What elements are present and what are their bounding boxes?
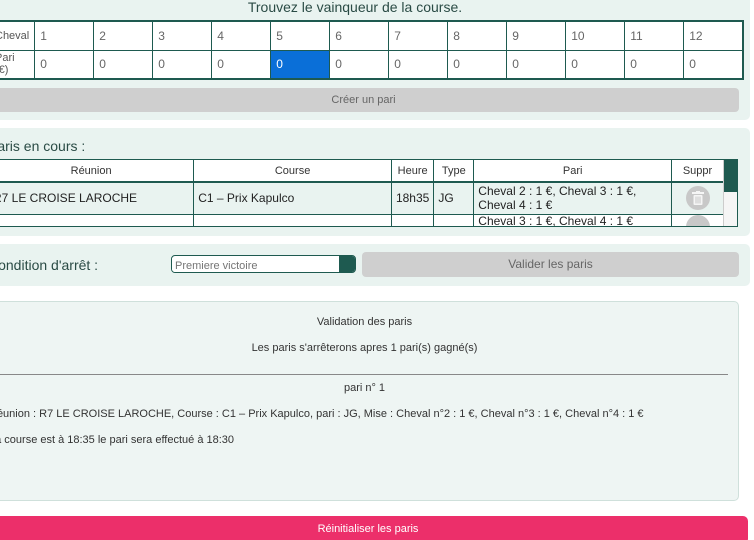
horse-row: Cheval 1 2 3 4 5 6 7 8 9 10 11 12: [0, 20, 744, 51]
cell-reunion: [0, 214, 195, 226]
divider: [0, 374, 728, 375]
bets-table-container: Réunion Course Heure Type Pari Suppr R7 …: [0, 159, 738, 227]
bets-title: Paris en cours :: [0, 138, 86, 154]
col-reunion[interactable]: Réunion: [0, 160, 195, 183]
validation-panel: Validation des paris Les paris s'arrêter…: [0, 301, 739, 501]
horse-cell[interactable]: 5: [270, 20, 331, 51]
bets-in-progress-panel: Paris en cours : Réunion Course Heure Ty…: [0, 128, 750, 236]
bet-cell[interactable]: 0: [152, 49, 213, 80]
bet-cell[interactable]: 0: [93, 49, 154, 80]
bet-cell[interactable]: 0: [211, 49, 272, 80]
col-pari[interactable]: Pari: [473, 160, 672, 183]
horse-selection-panel: Trouvez le vainqueur de la course. Cheva…: [0, 0, 750, 120]
horse-cell[interactable]: 10: [565, 20, 626, 51]
stop-condition-select[interactable]: [171, 255, 356, 273]
table-row: Cheval 3 : 1 €, Cheval 4 : 1 €: [0, 214, 724, 226]
bet-cell[interactable]: 0: [565, 49, 626, 80]
dropdown-toggle-icon[interactable]: [339, 256, 355, 272]
cell-course: C1 – Prix Kapulco: [193, 182, 392, 215]
bet-detail: Réunion : R7 LE CROISE LAROCHE, Course :…: [0, 408, 644, 420]
col-course[interactable]: Course: [193, 160, 392, 183]
delete-bet-button[interactable]: [685, 186, 710, 211]
cell-type: [433, 214, 475, 226]
bet-cell[interactable]: 0: [329, 49, 390, 80]
horse-cell[interactable]: 1: [34, 20, 95, 51]
col-type[interactable]: Type: [433, 160, 475, 183]
bet-number: pari n° 1: [343, 382, 386, 394]
panel-title: Trouvez le vainqueur de la course.: [247, 0, 463, 15]
bet-cell-selected[interactable]: 0: [270, 49, 331, 80]
cell-suppr: [671, 182, 724, 215]
scrollbar-thumb[interactable]: [724, 160, 737, 192]
col-heure[interactable]: Heure: [391, 160, 435, 183]
col-suppr: Suppr: [671, 160, 724, 183]
bet-cell[interactable]: 0: [447, 49, 508, 80]
horse-cell[interactable]: 9: [506, 20, 567, 51]
cell-course: [193, 214, 392, 226]
horse-cell[interactable]: 8: [447, 20, 508, 51]
cell-type: JG: [433, 182, 475, 215]
reset-bets-button[interactable]: Réinitialiser les paris: [0, 516, 748, 540]
horse-cell[interactable]: 11: [624, 20, 685, 51]
bet-row: Pari (€) 0 0 0 0 0 0 0 0 0 0 0 0: [0, 49, 744, 80]
bet-cell[interactable]: 0: [683, 49, 744, 80]
delete-bet-button[interactable]: [685, 214, 710, 226]
cell-pari: Cheval 2 : 1 €, Cheval 3 : 1 €, Cheval 4…: [473, 182, 672, 215]
stop-condition-label: Condition d'arrêt :: [0, 257, 99, 273]
bets-header-row: Réunion Course Heure Type Pari Suppr: [0, 160, 724, 183]
bet-row-label: Pari (€): [0, 49, 36, 80]
cell-heure: [391, 214, 435, 226]
horse-row-label: Cheval: [0, 20, 36, 51]
horse-cell[interactable]: 4: [211, 20, 272, 51]
bet-cell[interactable]: 0: [624, 49, 685, 80]
validation-title: Validation des paris: [316, 316, 413, 328]
stop-condition-input[interactable]: [172, 258, 340, 272]
bets-table: Réunion Course Heure Type Pari Suppr R7 …: [0, 160, 724, 226]
bet-cell[interactable]: 0: [34, 49, 95, 80]
horse-cell[interactable]: 6: [329, 20, 390, 51]
horse-cell[interactable]: 7: [388, 20, 449, 51]
cell-pari: Cheval 3 : 1 €, Cheval 4 : 1 €: [473, 214, 672, 226]
validation-summary: Les paris s'arrêterons apres 1 pari(s) g…: [251, 342, 478, 354]
bet-cell[interactable]: 0: [388, 49, 449, 80]
cell-heure: 18h35: [391, 182, 435, 215]
bets-scrollbar[interactable]: [723, 160, 737, 226]
cell-reunion: R7 LE CROISE LAROCHE: [0, 182, 195, 215]
cell-suppr: [671, 214, 724, 226]
validate-bets-button[interactable]: Valider les paris: [362, 252, 739, 277]
horse-cell[interactable]: 3: [152, 20, 213, 51]
horse-bet-grid: Cheval 1 2 3 4 5 6 7 8 9 10 11 12 Pari (…: [0, 20, 744, 80]
horse-cell[interactable]: 2: [93, 20, 154, 51]
table-row: R7 LE CROISE LAROCHE C1 – Prix Kapulco 1…: [0, 182, 724, 215]
trash-icon: [691, 191, 704, 206]
create-bet-button[interactable]: Créer un pari: [0, 88, 739, 112]
bet-timing: La course est à 18:35 le pari sera effec…: [0, 434, 235, 446]
stop-condition-panel: Condition d'arrêt : Valider les paris: [0, 244, 750, 286]
bet-cell[interactable]: 0: [506, 49, 567, 80]
horse-cell[interactable]: 12: [683, 20, 744, 51]
